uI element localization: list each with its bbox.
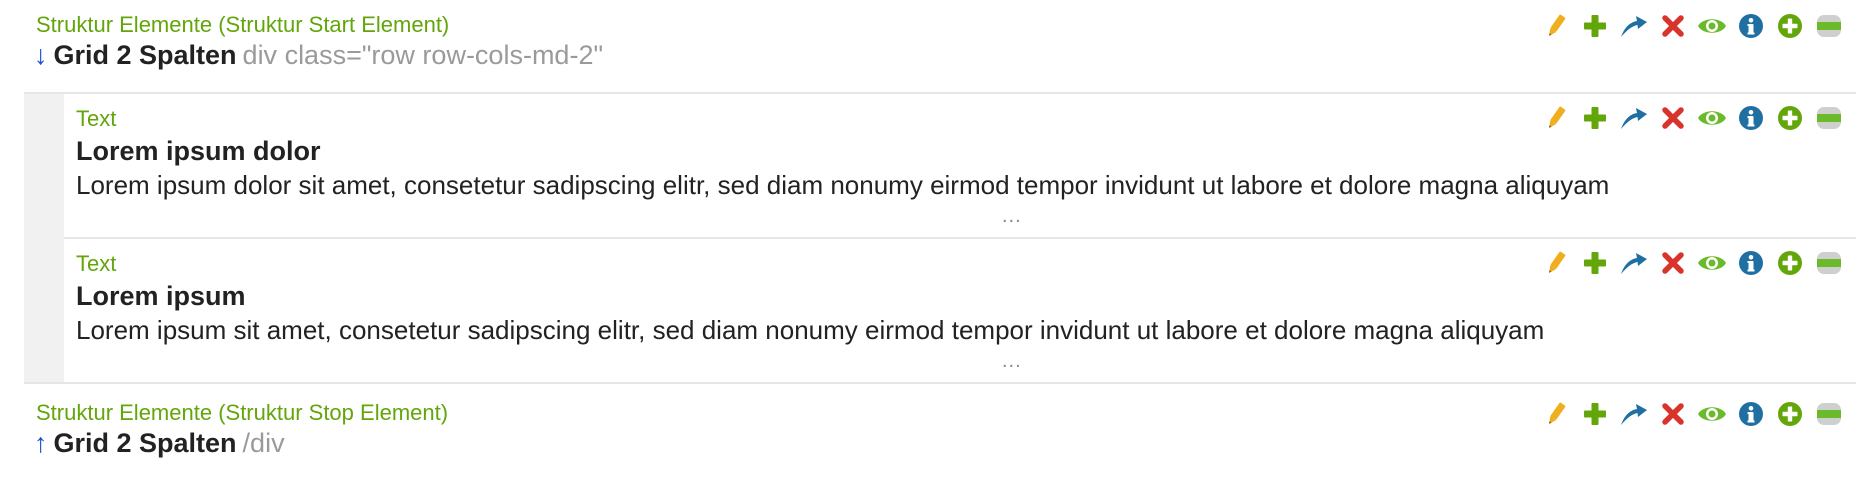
structure-name: Grid 2 Spalten — [53, 40, 237, 70]
structure-start-element: Struktur Elemente (Struktur Start Elemen… — [24, 0, 1856, 92]
element-type-label: Text — [76, 251, 117, 276]
move-icon[interactable] — [1619, 248, 1649, 278]
add-icon[interactable] — [1580, 11, 1610, 41]
element-type-label: Text — [76, 106, 117, 131]
delete-icon[interactable] — [1658, 399, 1688, 429]
action-toolbar — [1541, 248, 1844, 278]
toggle-icon[interactable] — [1814, 103, 1844, 133]
structure-name: Grid 2 Spalten — [53, 428, 237, 458]
edit-icon[interactable] — [1541, 103, 1571, 133]
visibility-icon[interactable] — [1697, 248, 1727, 278]
visibility-icon[interactable] — [1697, 103, 1727, 133]
add-icon[interactable] — [1580, 103, 1610, 133]
nested-content: Text Lorem ipsum dolor Lorem ipsum dolor… — [24, 92, 1856, 384]
structure-title: ↑ Grid 2 Spalten/div — [34, 428, 285, 459]
toggle-icon[interactable] — [1814, 11, 1844, 41]
edit-icon[interactable] — [1541, 248, 1571, 278]
arrow-up-icon: ↑ — [34, 428, 48, 458]
delete-icon[interactable] — [1658, 103, 1688, 133]
element-text: Lorem ipsum sit amet, consetetur sadipsc… — [76, 315, 1545, 345]
add-icon[interactable] — [1580, 399, 1610, 429]
add-icon[interactable] — [1580, 248, 1610, 278]
visibility-icon[interactable] — [1697, 399, 1727, 429]
structure-code: div class="row row-cols-md-2" — [242, 40, 604, 70]
visibility-icon[interactable] — [1697, 11, 1727, 41]
add-after-icon[interactable] — [1775, 103, 1805, 133]
edit-icon[interactable] — [1541, 11, 1571, 41]
delete-icon[interactable] — [1658, 11, 1688, 41]
element-text: Lorem ipsum dolor sit amet, consetetur s… — [76, 170, 1610, 200]
move-icon[interactable] — [1619, 399, 1649, 429]
element-headline: Lorem ipsum dolor — [76, 136, 321, 166]
more-indicator[interactable]: ... — [1002, 206, 1022, 226]
info-icon[interactable] — [1736, 11, 1766, 41]
toggle-icon[interactable] — [1814, 248, 1844, 278]
nesting-indent-bar — [24, 94, 64, 382]
edit-icon[interactable] — [1541, 399, 1571, 429]
arrow-down-icon: ↓ — [34, 40, 48, 70]
structure-editor: Struktur Elemente (Struktur Start Elemen… — [0, 0, 1874, 480]
structure-stop-element: Struktur Elemente (Struktur Stop Element… — [24, 384, 1856, 480]
move-icon[interactable] — [1619, 103, 1649, 133]
delete-icon[interactable] — [1658, 248, 1688, 278]
action-toolbar — [1541, 103, 1844, 133]
info-icon[interactable] — [1736, 248, 1766, 278]
action-toolbar — [1541, 11, 1844, 41]
text-element: Text Lorem ipsum dolor Lorem ipsum dolor… — [64, 94, 1856, 239]
add-after-icon[interactable] — [1775, 248, 1805, 278]
structure-code: /div — [242, 428, 285, 458]
move-icon[interactable] — [1619, 11, 1649, 41]
action-toolbar — [1541, 399, 1844, 429]
element-type-label: Struktur Elemente (Struktur Start Elemen… — [36, 12, 450, 37]
info-icon[interactable] — [1736, 399, 1766, 429]
element-type-label: Struktur Elemente (Struktur Stop Element… — [36, 400, 449, 425]
add-after-icon[interactable] — [1775, 399, 1805, 429]
structure-title: ↓ Grid 2 Spalten div class="row row-cols-m… — [34, 40, 603, 71]
more-indicator[interactable]: ... — [1002, 351, 1022, 371]
add-after-icon[interactable] — [1775, 11, 1805, 41]
toggle-icon[interactable] — [1814, 399, 1844, 429]
element-headline: Lorem ipsum — [76, 281, 246, 311]
text-element: Text Lorem ipsum Lorem ipsum sit amet, c… — [64, 239, 1856, 384]
info-icon[interactable] — [1736, 103, 1766, 133]
